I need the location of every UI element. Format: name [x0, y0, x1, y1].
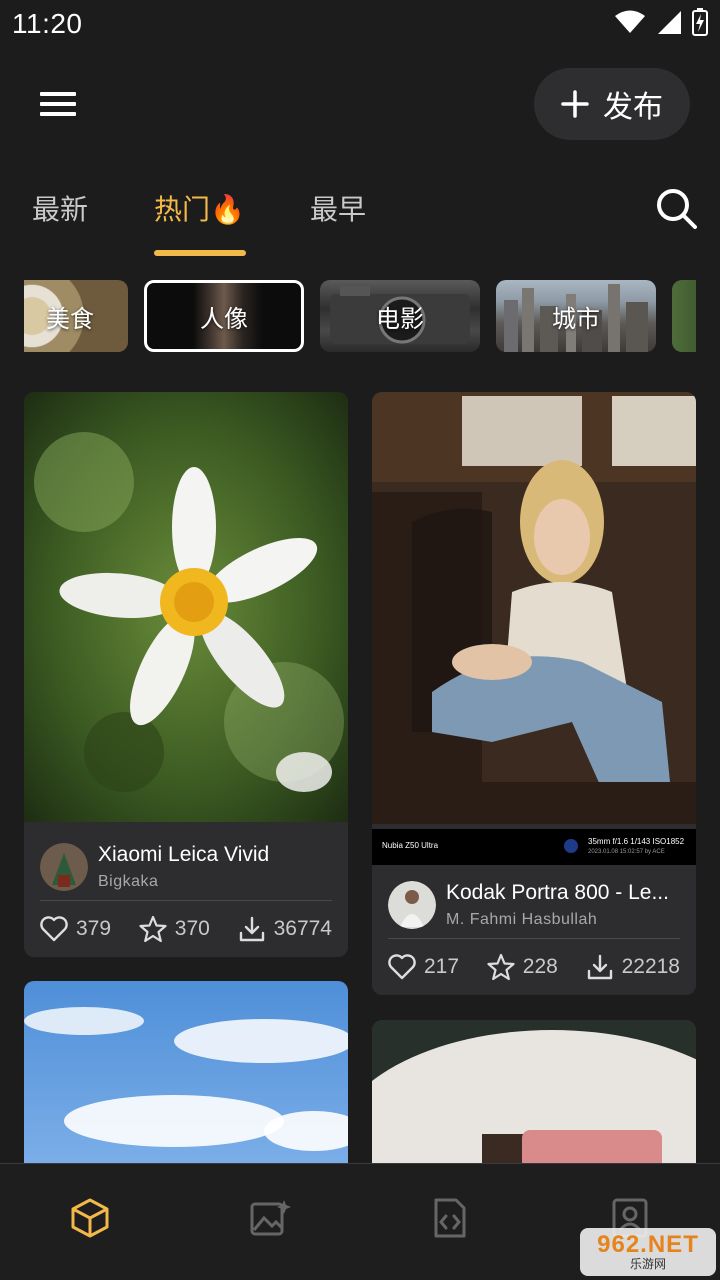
search-icon[interactable] — [654, 186, 698, 230]
author-row: Kodak Portra 800 - Le... M. Fahmi Hasbul… — [388, 880, 680, 939]
favorite-stat[interactable]: 228 — [487, 953, 558, 981]
plus-icon — [561, 90, 589, 118]
publish-label: 发布 — [603, 91, 663, 124]
favorite-count: 370 — [174, 917, 210, 940]
battery-icon — [692, 8, 708, 36]
avatar[interactable] — [40, 842, 88, 891]
download-icon — [239, 916, 264, 942]
star-icon — [487, 953, 515, 981]
watermark-logo: 962.NET 乐游网 — [580, 1228, 716, 1276]
card-title: Kodak Portra 800 - Le... — [446, 880, 669, 904]
download-count: 36774 — [273, 917, 332, 940]
watermark-bottom: 乐游网 — [629, 1257, 666, 1271]
like-count: 217 — [424, 955, 460, 978]
tab-latest[interactable]: 最新 — [32, 188, 88, 228]
status-bar: 11:20 — [0, 0, 720, 50]
heart-icon — [388, 954, 416, 980]
exif-date: 2023.01.08 15:02:57 by ACE — [588, 849, 665, 855]
cube-icon[interactable] — [68, 1196, 112, 1240]
like-stat[interactable]: 379 — [40, 916, 111, 942]
tab-hot[interactable]: 热门🔥 — [154, 188, 245, 228]
category-food[interactable]: 美食 — [24, 280, 128, 352]
category-label: 电影 — [376, 305, 424, 333]
avatar[interactable] — [388, 880, 436, 929]
exif-params: 35mm f/1.6 1/143 ISO1852 — [588, 837, 685, 846]
tab-indicator — [154, 250, 246, 256]
category-label: 人像 — [200, 305, 248, 333]
category-city[interactable]: 城市 — [496, 280, 656, 352]
card-info: Xiaomi Leica Vivid Bigkaka 379 370 36774 — [24, 827, 348, 957]
card-photo-portrait — [372, 392, 696, 824]
download-stat[interactable]: 22218 — [586, 953, 680, 981]
gallery-icon[interactable] — [248, 1196, 292, 1240]
photo-card[interactable] — [372, 1020, 696, 1180]
card-photo-sky — [24, 981, 348, 1181]
status-time: 11:20 — [12, 8, 83, 39]
signal-icon — [658, 11, 681, 34]
card-photo-flower — [24, 392, 348, 822]
category-film[interactable]: 电影 — [320, 280, 480, 352]
tab-earliest[interactable]: 最早 — [310, 188, 366, 228]
category-portrait[interactable]: 人像 — [144, 280, 304, 352]
wifi-icon — [615, 10, 645, 33]
download-icon — [587, 954, 612, 980]
stats-row: 379 370 36774 — [40, 901, 332, 957]
author-row: Xiaomi Leica Vivid Bigkaka — [40, 842, 332, 901]
favorite-stat[interactable]: 370 — [139, 915, 210, 943]
exif-bar: Nubia Z50 Ultra 35mm f/1.6 1/143 ISO1852… — [372, 829, 696, 865]
favorite-count: 228 — [522, 955, 558, 978]
category-label: 美食 — [46, 305, 94, 333]
category-strip: 美食 人像 电影 城市 — [24, 280, 696, 352]
category-nature[interactable] — [672, 280, 696, 352]
exif-device: Nubia Z50 Ultra — [382, 841, 439, 850]
like-stat[interactable]: 217 — [388, 954, 459, 980]
photo-card[interactable]: Xiaomi Leica Vivid Bigkaka 379 370 36774 — [24, 392, 348, 957]
menu-button[interactable] — [36, 86, 80, 122]
lens-logo-icon — [564, 839, 578, 853]
stats-row: 217 228 22218 — [388, 939, 680, 995]
star-icon — [139, 915, 167, 943]
heart-icon — [40, 916, 68, 942]
category-label: 城市 — [552, 305, 600, 333]
watermark-top: 962.NET — [597, 1231, 699, 1258]
card-author: M. Fahmi Hasbullah — [446, 910, 598, 928]
photo-card[interactable] — [24, 981, 348, 1181]
card-info: Kodak Portra 800 - Le... M. Fahmi Hasbul… — [372, 865, 696, 995]
card-author: Bigkaka — [98, 872, 159, 890]
code-file-icon[interactable] — [428, 1196, 472, 1240]
card-photo-table — [372, 1020, 696, 1180]
card-title: Xiaomi Leica Vivid — [98, 842, 270, 866]
publish-button[interactable]: 发布 — [534, 68, 690, 140]
download-stat[interactable]: 36774 — [238, 915, 332, 943]
like-count: 379 — [76, 917, 112, 940]
download-count: 22218 — [621, 955, 680, 978]
photo-card[interactable]: Nubia Z50 Ultra 35mm f/1.6 1/143 ISO1852… — [372, 392, 696, 995]
status-icons — [614, 8, 708, 36]
